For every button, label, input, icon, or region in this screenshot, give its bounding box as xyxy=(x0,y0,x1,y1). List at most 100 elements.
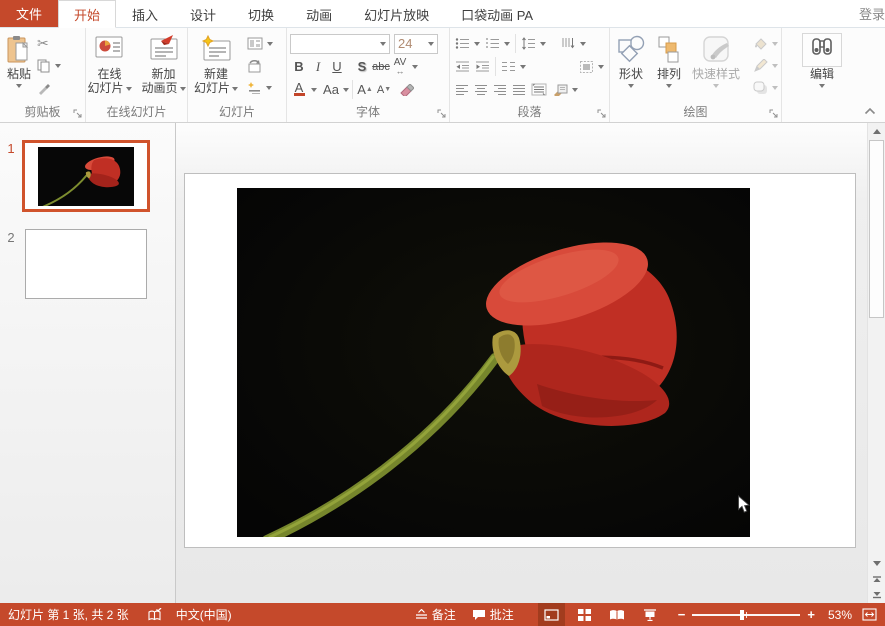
tab-animations[interactable]: 动画 xyxy=(290,0,348,28)
shrink-font-label: A xyxy=(377,84,384,96)
numbering-button[interactable] xyxy=(483,34,512,53)
notes-label: 备注 xyxy=(432,606,456,623)
new-animation-page-label-line2: 动画页 xyxy=(142,81,178,95)
tulip-picture[interactable] xyxy=(237,188,750,537)
text-direction-button[interactable] xyxy=(559,34,588,53)
align-center-button[interactable] xyxy=(472,80,490,99)
editing-caret xyxy=(819,84,825,88)
increase-indent-button[interactable] xyxy=(473,57,492,76)
next-slide-button[interactable] xyxy=(868,587,885,603)
new-slide-button[interactable]: 新建 幻灯片 xyxy=(191,31,241,105)
align-text-button[interactable] xyxy=(577,57,606,76)
shapes-button[interactable]: 形状 xyxy=(613,31,649,105)
paragraph-group-label: 段落 xyxy=(450,105,609,122)
bullets-icon xyxy=(455,37,470,50)
distribute-button[interactable] xyxy=(529,80,549,99)
shrink-font-arrow-icon: ▼ xyxy=(384,86,391,93)
spell-check-button[interactable] xyxy=(147,608,162,622)
slide-sorter-view-button[interactable] xyxy=(571,603,598,626)
scroll-down-button[interactable] xyxy=(868,555,885,571)
change-case-button[interactable]: Aa xyxy=(322,80,340,100)
underline-button[interactable]: U xyxy=(328,57,346,77)
zoom-in-button[interactable]: + xyxy=(807,607,815,622)
font-dialog-launcher[interactable] xyxy=(436,108,447,119)
language-indicator[interactable]: 中文(中国) xyxy=(176,606,232,623)
columns-button[interactable] xyxy=(499,57,528,76)
numbering-caret xyxy=(504,42,510,46)
smartart-button[interactable] xyxy=(550,80,580,99)
fit-slide-to-window-button[interactable] xyxy=(856,603,883,626)
reading-view-button[interactable] xyxy=(604,603,631,626)
zoom-out-button[interactable]: − xyxy=(678,607,686,622)
shapes-icon xyxy=(616,33,646,67)
slide-2-thumbnail[interactable] xyxy=(25,229,147,299)
font-size-combo[interactable]: 24 xyxy=(394,34,438,54)
copy-button[interactable] xyxy=(35,56,63,75)
editing-button[interactable]: 编辑 xyxy=(799,31,845,105)
login-link[interactable]: 登录 xyxy=(847,0,885,27)
bold-button[interactable]: B xyxy=(290,57,308,77)
comments-button[interactable]: 批注 xyxy=(472,606,514,623)
format-painter-button[interactable] xyxy=(35,78,63,97)
bullets-button[interactable] xyxy=(453,34,482,53)
section-caret xyxy=(266,86,272,90)
shape-effects-button[interactable] xyxy=(751,78,780,97)
scroll-up-button[interactable] xyxy=(868,123,885,139)
align-left-button[interactable] xyxy=(453,80,471,99)
tab-pocket-animation[interactable]: 口袋动画 PA xyxy=(445,0,549,28)
slide-layout-button[interactable] xyxy=(245,34,275,53)
font-name-combo[interactable] xyxy=(290,34,390,54)
text-shadow-button[interactable]: S xyxy=(353,57,371,77)
italic-button[interactable]: I xyxy=(309,57,327,77)
paste-button[interactable]: 粘贴 xyxy=(3,31,35,105)
previous-slide-button[interactable] xyxy=(868,571,885,587)
tab-design[interactable]: 设计 xyxy=(174,0,232,28)
section-button[interactable] xyxy=(245,78,275,97)
slide-canvas[interactable] xyxy=(184,173,856,548)
arrange-icon xyxy=(656,33,682,67)
justify-button[interactable] xyxy=(510,80,528,99)
tab-home[interactable]: 开始 xyxy=(58,0,116,28)
paragraph-dialog-launcher[interactable] xyxy=(596,108,607,119)
slide-1-thumbnail[interactable] xyxy=(22,140,150,212)
tab-slideshow[interactable]: 幻灯片放映 xyxy=(348,0,445,28)
drawing-dialog-launcher[interactable] xyxy=(768,108,779,119)
line-spacing-button[interactable] xyxy=(519,34,548,53)
cut-button[interactable]: ✂ xyxy=(35,34,63,53)
zoom-slider-thumb[interactable] xyxy=(740,610,744,620)
shape-fill-button[interactable] xyxy=(751,34,780,53)
decrease-indent-button[interactable] xyxy=(453,57,472,76)
tab-file[interactable]: 文件 xyxy=(0,0,58,27)
online-slides-group-label: 在线幻灯片 xyxy=(86,105,187,122)
scrollbar-track[interactable] xyxy=(869,139,884,555)
normal-view-button[interactable] xyxy=(538,603,565,626)
notes-button[interactable]: 备注 xyxy=(415,606,456,623)
align-right-button[interactable] xyxy=(491,80,509,99)
tab-insert[interactable]: 插入 xyxy=(116,0,174,28)
new-animation-page-button[interactable]: 新加 动画页 xyxy=(139,31,189,105)
tab-transitions[interactable]: 切换 xyxy=(232,0,290,28)
text-direction-caret xyxy=(580,42,586,46)
strikethrough-button[interactable]: abc xyxy=(372,57,390,77)
grow-font-button[interactable]: A ▲ xyxy=(356,80,374,100)
online-slides-button[interactable]: 在线 幻灯片 xyxy=(84,31,134,105)
quick-styles-button[interactable]: 快速样式 xyxy=(689,31,743,105)
clear-formatting-button[interactable] xyxy=(398,80,416,100)
shape-outline-icon xyxy=(753,59,768,73)
shrink-font-button[interactable]: A ▼ xyxy=(375,80,393,100)
font-color-button[interactable]: A xyxy=(290,80,308,100)
slide-counter[interactable]: 幻灯片 第 1 张, 共 2 张 xyxy=(8,606,129,623)
scroll-down-icon xyxy=(873,561,881,566)
previous-slide-icon xyxy=(872,574,882,584)
clipboard-dialog-launcher[interactable] xyxy=(72,108,83,119)
scrollbar-thumb[interactable] xyxy=(869,140,884,318)
zoom-level[interactable]: 53% xyxy=(828,608,852,622)
character-spacing-button[interactable]: AV ↔ xyxy=(391,57,409,77)
arrange-button[interactable]: 排列 xyxy=(653,31,685,105)
copy-icon xyxy=(37,59,51,73)
reset-slide-button[interactable] xyxy=(245,56,275,75)
collapse-ribbon-button[interactable] xyxy=(864,104,876,118)
slideshow-view-button[interactable] xyxy=(637,603,664,626)
shape-outline-button[interactable] xyxy=(751,56,780,75)
zoom-slider-track[interactable] xyxy=(692,614,800,616)
